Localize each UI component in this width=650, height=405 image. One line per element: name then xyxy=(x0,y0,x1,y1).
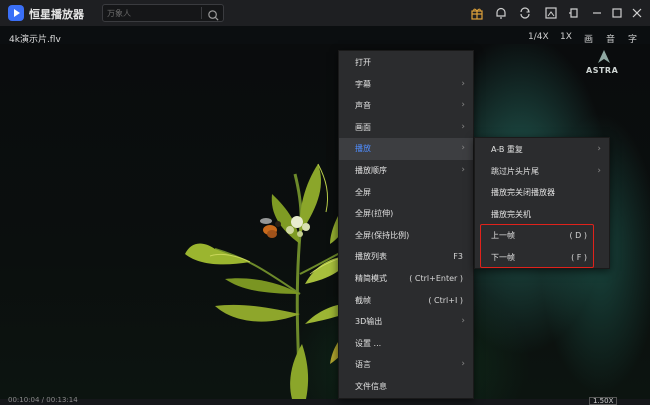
chevron-right-icon: › xyxy=(461,121,465,132)
search-icon[interactable] xyxy=(207,7,220,21)
chevron-right-icon: › xyxy=(461,78,465,89)
menu-item-label: 字幕 xyxy=(355,79,371,89)
gift-icon[interactable] xyxy=(470,6,484,20)
menu-item-label: 语言 xyxy=(355,360,371,370)
menu-item-file-info[interactable]: 文件信息 xyxy=(339,376,473,398)
zoom-level[interactable]: 1.50X xyxy=(589,397,618,405)
menu-item-shortcut: ( Ctrl+Enter ) xyxy=(409,273,463,283)
menu-item-label: 声音 xyxy=(355,101,371,111)
menu-item-play-order[interactable]: 播放顺序 › xyxy=(339,160,473,182)
submenu-item-close-after-play[interactable]: 播放完关闭播放器 xyxy=(475,182,609,204)
menu-item-label: 打开 xyxy=(355,58,371,67)
loop-icon[interactable] xyxy=(518,6,532,20)
menu-item-shortcut: F3 xyxy=(453,252,463,262)
submenu-item-skip-intro-outro[interactable]: 跳过片头片尾 › xyxy=(475,161,609,183)
chevron-down-icon[interactable]: ⌄ xyxy=(77,6,85,16)
scale-button[interactable]: 1X xyxy=(560,32,572,42)
menu-item-label: 播放顺序 xyxy=(355,165,387,175)
menu-item-label: 全屏 xyxy=(355,187,371,197)
menu-item-picture[interactable]: 画面 › xyxy=(339,117,473,139)
menu-item-compact-mode[interactable]: 精简模式 ( Ctrl+Enter ) xyxy=(339,268,473,290)
app-logo-icon xyxy=(8,5,24,21)
close-icon[interactable] xyxy=(630,6,644,20)
maximize-icon[interactable] xyxy=(610,6,624,20)
menu-item-label: 播放 xyxy=(355,144,371,154)
submenu-item-shutdown-after-play[interactable]: 播放完关机 xyxy=(475,204,609,226)
menu-item-open[interactable]: 打开 xyxy=(339,52,473,74)
menu-item-label: 播放完关闭播放器 xyxy=(491,188,555,197)
chevron-right-icon: › xyxy=(461,100,465,111)
menu-item-label: 全屏(保持比例) xyxy=(355,230,410,240)
menu-item-subtitle[interactable]: 字幕 › xyxy=(339,74,473,96)
menu-item-fullscreen[interactable]: 全屏 xyxy=(339,182,473,204)
menu-item-audio[interactable]: 声音 › xyxy=(339,95,473,117)
search-box xyxy=(102,4,224,22)
chevron-right-icon: › xyxy=(461,316,465,327)
menu-item-label: 精简模式 xyxy=(355,273,387,283)
menu-item-language[interactable]: 语言 › xyxy=(339,354,473,376)
menu-item-shortcut: ( Ctrl+I ) xyxy=(428,295,463,305)
submenu-item-ab-repeat[interactable]: A-B 重复 › xyxy=(475,139,609,161)
menu-item-label: 画面 xyxy=(355,122,371,132)
menu-item-label: 播放完关机 xyxy=(491,209,531,219)
menu-item-label: 文件信息 xyxy=(355,381,387,391)
search-divider xyxy=(201,7,202,19)
chevron-right-icon: › xyxy=(597,144,601,154)
context-menu: 打开 字幕 › 声音 › 画面 › 播放 › 播放顺序 › 全屏 全屏(拉伸) 全屏(保持… xyxy=(338,50,474,399)
bottom-control-bar xyxy=(0,399,650,405)
chevron-right-icon: › xyxy=(597,165,601,176)
menu-item-settings[interactable]: 设置 ... xyxy=(339,333,473,355)
menu-item-label: 3D输出 xyxy=(355,317,383,327)
highlight-annotation-box xyxy=(480,224,594,268)
chevron-right-icon: › xyxy=(461,359,465,370)
minimize-icon[interactable] xyxy=(590,6,604,20)
speed-button[interactable]: 1/4X xyxy=(528,32,549,42)
menu-item-label: 设置 ... xyxy=(355,338,382,348)
menu-item-fullscreen-keep-ratio[interactable]: 全屏(保持比例) xyxy=(339,225,473,247)
screenshot-icon[interactable] xyxy=(544,6,558,20)
search-input[interactable] xyxy=(107,6,197,20)
watermark-text: ASTRA xyxy=(586,66,619,75)
menu-item-play[interactable]: 播放 › xyxy=(339,138,473,160)
menu-item-label: 截帧 xyxy=(355,295,371,305)
menu-item-fullscreen-stretch[interactable]: 全屏(拉伸) xyxy=(339,203,473,225)
menu-item-label: 播放列表 xyxy=(355,252,387,262)
pin-icon[interactable] xyxy=(567,6,581,20)
menu-item-label: A-B 重复 xyxy=(491,145,523,154)
astra-logo-icon xyxy=(596,49,612,65)
menu-item-label: 全屏(拉伸) xyxy=(355,209,394,219)
menu-item-playlist[interactable]: 播放列表 F3 xyxy=(339,246,473,268)
chevron-right-icon: › xyxy=(461,143,465,154)
title-bar: 恒星播放器 ⌄ xyxy=(0,0,650,26)
app-title[interactable]: 恒星播放器 xyxy=(29,6,84,22)
menu-item-3d-output[interactable]: 3D输出 › xyxy=(339,311,473,333)
menu-item-capture-frame[interactable]: 截帧 ( Ctrl+I ) xyxy=(339,290,473,312)
timecode: 00:10:04 / 00:13:14 xyxy=(8,396,78,404)
chevron-right-icon: › xyxy=(461,164,465,175)
menu-item-label: 跳过片头片尾 xyxy=(491,166,539,176)
bell-icon[interactable] xyxy=(494,6,508,20)
